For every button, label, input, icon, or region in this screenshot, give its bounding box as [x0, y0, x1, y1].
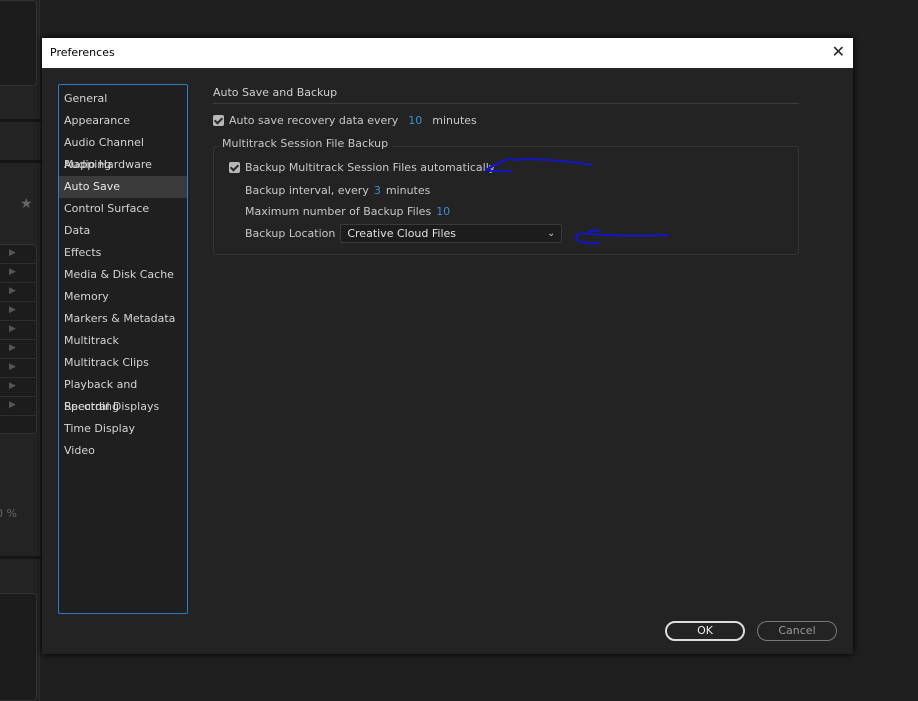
annotation-arrow-icon	[484, 157, 593, 173]
annotation-arrow-icon	[574, 229, 670, 245]
annotation-arrows	[484, 157, 670, 245]
